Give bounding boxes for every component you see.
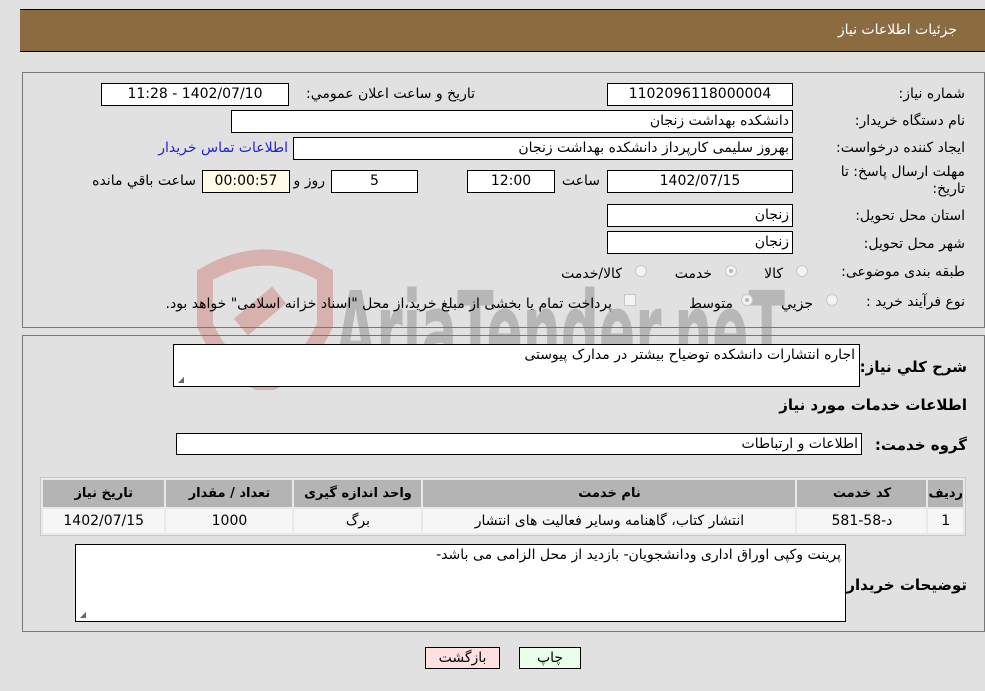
days-label: روز و — [293, 173, 326, 189]
province-field[interactable]: زنجان — [607, 204, 793, 227]
need-number-field[interactable]: 1102096118000004 — [607, 83, 793, 106]
city-label: شهر محل تحویل: — [863, 236, 965, 252]
category-option-service: خدمت — [674, 266, 712, 282]
cell-row-number: 1 — [928, 509, 963, 533]
category-label: طبقه بندی موضوعی: — [841, 264, 965, 280]
process-label: نوع فرآیند خرید : — [866, 294, 965, 310]
table-header-row: ردیف کد خدمت نام خدمت واحد اندازه گیری ت… — [43, 480, 963, 507]
process-radio-minor[interactable] — [826, 294, 838, 306]
category-radio-goods[interactable] — [796, 265, 808, 277]
col-header-service-name: نام خدمت — [423, 480, 796, 507]
deadline-label: مهلت ارسال پاسخ: تا تاریخ: — [840, 164, 965, 197]
resize-grip-icon[interactable]: ◢ — [78, 611, 86, 619]
back-button[interactable]: بازگشت — [425, 647, 500, 669]
table-row: 1 د-58-581 انتشار کتاب، گاهنامه وسایر فع… — [43, 509, 963, 533]
process-option-minor: جزیي — [781, 296, 813, 312]
need-number-label: شماره نیاز: — [898, 86, 966, 102]
treasury-checkbox[interactable] — [624, 294, 636, 306]
page-header: جزئیات اطلاعات نیاز — [20, 9, 985, 52]
requester-label: ایجاد کننده درخواست: — [836, 140, 965, 156]
summary-label: شرح کلي نیاز: — [859, 358, 967, 376]
buyer-notes-text: پرینت وکپی اوراق اداری ودانشجویان- بازدی… — [436, 547, 841, 563]
cell-quantity: 1000 — [166, 509, 293, 533]
col-header-service-code: کد خدمت — [797, 480, 927, 507]
remaining-time-field: 00:00:57 — [202, 170, 290, 193]
col-header-row-number: ردیف — [928, 480, 963, 507]
process-radio-medium[interactable] — [741, 294, 753, 306]
service-group-label: گروه خدمت: — [874, 436, 967, 454]
services-table: ردیف کد خدمت نام خدمت واحد اندازه گیری ت… — [40, 477, 966, 536]
cell-service-name: انتشار کتاب، گاهنامه وسایر فعالیت های ان… — [423, 509, 796, 533]
treasury-note: پرداخت تمام یا بخشی از مبلغ خرید،از محل … — [165, 296, 612, 312]
days-field[interactable]: 5 — [331, 170, 418, 193]
buyer-notes-label: توضیحات خریدار: — [840, 576, 967, 594]
remaining-label: ساعت باقي مانده — [92, 173, 196, 189]
col-header-need-date: تاریخ نیاز — [43, 480, 165, 507]
service-group-field[interactable]: اطلاعات و ارتباطات — [176, 433, 862, 455]
cell-unit: برگ — [294, 509, 422, 533]
buyer-org-label: نام دستگاه خریدار: — [854, 113, 965, 129]
category-option-goods: کالا — [764, 266, 783, 282]
deadline-time-label: ساعت — [561, 173, 600, 189]
buyer-notes-textarea[interactable]: پرینت وکپی اوراق اداری ودانشجویان- بازدی… — [75, 544, 846, 622]
process-option-medium: متوسط — [689, 296, 733, 312]
summary-textarea[interactable]: اجاره انتشارات دانشکده توضیاح بیشتر در م… — [173, 344, 860, 387]
announce-field[interactable]: 1402/07/10 - 11:28 — [101, 83, 289, 106]
buyer-contact-link[interactable]: اطلاعات تماس خریدار — [158, 140, 288, 156]
cell-service-code: د-58-581 — [797, 509, 927, 533]
deadline-time-field[interactable]: 12:00 — [467, 170, 555, 193]
announce-label: تاریخ و ساعت اعلان عمومي: — [306, 86, 475, 102]
cell-need-date: 1402/07/15 — [43, 509, 165, 533]
category-option-goods-service: کالا/خدمت — [561, 266, 622, 282]
city-field[interactable]: زنجان — [607, 231, 793, 254]
province-label: استان محل تحویل: — [855, 208, 965, 224]
buyer-org-field[interactable]: دانشکده بهداشت زنجان — [231, 110, 793, 133]
col-header-unit: واحد اندازه گیری — [294, 480, 422, 507]
deadline-date-field[interactable]: 1402/07/15 — [607, 170, 793, 193]
requester-field[interactable]: بهروز سلیمی کارپرداز دانشکده بهداشت زنجا… — [293, 137, 793, 160]
page-title: جزئیات اطلاعات نیاز — [837, 22, 957, 38]
services-heading: اطلاعات خدمات مورد نیاز — [779, 396, 967, 414]
category-radio-goods-service[interactable] — [635, 265, 647, 277]
resize-grip-icon[interactable]: ◢ — [176, 376, 184, 384]
category-radio-service[interactable] — [725, 265, 737, 277]
summary-text: اجاره انتشارات دانشکده توضیاح بیشتر در م… — [524, 347, 855, 363]
col-header-quantity: تعداد / مقدار — [166, 480, 293, 507]
print-button[interactable]: چاپ — [519, 647, 581, 669]
